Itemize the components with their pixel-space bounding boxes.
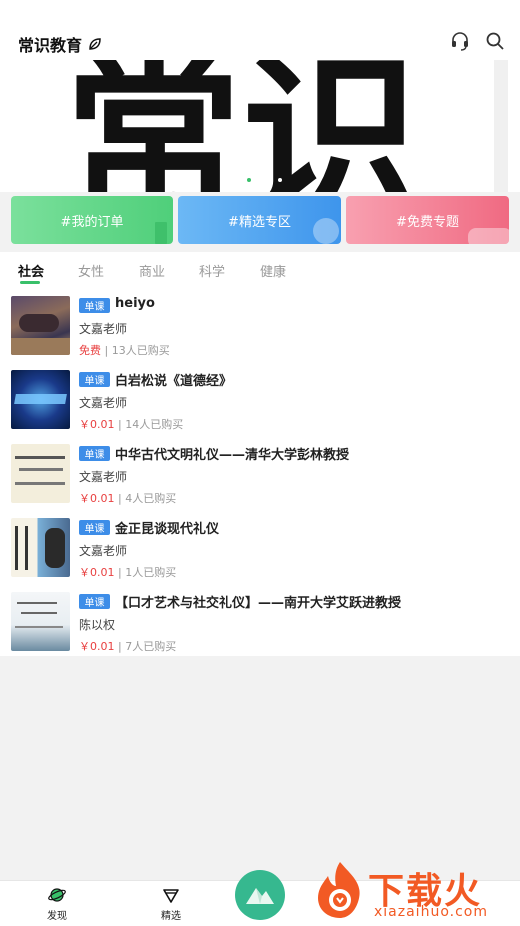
course-teacher: 陈以权 [79, 618, 116, 632]
course-item[interactable]: 单课 【口才艺术与社交礼仪】——南开大学艾跃进教授 陈以权 ￥0.01 | 7人… [0, 586, 520, 660]
course-price: ￥0.01 [79, 566, 115, 579]
quick-link-label: #精选专区 [228, 214, 291, 230]
course-type-tag: 单课 [79, 520, 110, 535]
course-buyers: | 14人已购买 [118, 418, 184, 431]
diamond-icon [163, 889, 179, 903]
course-thumbnail[interactable] [11, 370, 70, 429]
course-item[interactable]: 单课 heiyo 文嘉老师 免费 | 13人已购买 [0, 290, 520, 364]
course-meta: ￥0.01 | 4人已购买 [79, 490, 176, 506]
category-tabs: 社会 女性 商业 科学 健康 [0, 252, 520, 288]
nav-discover[interactable]: 发现 [32, 885, 82, 922]
thumb-text-line [15, 626, 63, 628]
mountain-icon [246, 888, 274, 904]
thumb-text-line [15, 482, 65, 485]
nav-featured[interactable]: 精选 [146, 885, 196, 922]
quick-link-free-topics[interactable]: #免费专题 [346, 196, 509, 244]
course-thumbnail[interactable] [11, 518, 70, 577]
thumb-text-col [15, 526, 18, 570]
course-price: ￥0.01 [79, 492, 115, 505]
course-title[interactable]: 中华古代文明礼仪——清华大学彭林教授 [115, 444, 349, 463]
course-title[interactable]: 白岩松说《道德经》 [115, 370, 232, 389]
course-price: 免费 [79, 344, 101, 357]
thumb-floor [11, 338, 70, 355]
active-tab-indicator [20, 281, 40, 284]
course-meta: ￥0.01 | 1人已购买 [79, 564, 176, 580]
course-list: 单课 heiyo 文嘉老师 免费 | 13人已购买 单课 白岩松说《道德经》 文… [0, 288, 520, 656]
course-item[interactable]: 单课 金正昆谈现代礼仪 文嘉老师 ￥0.01 | 1人已购买 [0, 512, 520, 586]
course-title[interactable]: 金正昆谈现代礼仪 [115, 518, 219, 537]
thumb-figure [19, 314, 59, 332]
course-teacher: 文嘉老师 [79, 396, 128, 410]
course-item[interactable]: 单课 白岩松说《道德经》 文嘉老师 ￥0.01 | 14人已购买 [0, 364, 520, 438]
bookmark-decoration [155, 222, 167, 244]
thumb-text-col [25, 526, 28, 570]
banner-carousel[interactable]: 常识 [0, 60, 520, 192]
course-type-tag: 单课 [79, 594, 110, 609]
course-title[interactable]: heiyo [115, 296, 155, 311]
top-bar: 常识教育 [0, 0, 520, 60]
course-thumbnail[interactable] [11, 296, 70, 355]
course-item[interactable]: 单课 中华古代文明礼仪——清华大学彭林教授 文嘉老师 ￥0.01 | 4人已购买 [0, 438, 520, 512]
tab-science[interactable]: 科学 [199, 261, 225, 280]
quick-link-label: #免费专题 [396, 214, 459, 230]
course-meta: ￥0.01 | 7人已购买 [79, 638, 176, 654]
course-thumbnail[interactable] [11, 444, 70, 503]
carousel-dot-active[interactable] [247, 178, 251, 182]
course-buyers: | 1人已购买 [118, 566, 177, 579]
nav-label: 发现 [47, 911, 67, 922]
course-price: ￥0.01 [79, 640, 115, 653]
carousel-dot[interactable] [278, 178, 282, 182]
course-teacher: 文嘉老师 [79, 470, 128, 484]
quick-link-label: #我的订单 [60, 214, 124, 230]
leaf-icon [89, 38, 101, 50]
app-title: 常识教育 [18, 32, 102, 56]
course-type-tag: 单课 [79, 372, 110, 387]
center-action-button[interactable] [235, 870, 285, 920]
tab-society[interactable]: 社会 [18, 261, 44, 280]
tab-women[interactable]: 女性 [78, 261, 104, 280]
course-teacher: 文嘉老师 [79, 544, 128, 558]
course-meta: ￥0.01 | 14人已购买 [79, 416, 183, 432]
pill-decoration [468, 228, 509, 244]
quick-link-featured[interactable]: #精选专区 [178, 196, 341, 244]
course-buyers: | 7人已购买 [118, 640, 177, 653]
fire-logo [318, 862, 360, 918]
banner-text: 常识 [64, 60, 420, 192]
planet-icon [48, 888, 66, 902]
thumb-logo [14, 394, 67, 404]
thumb-text-line [17, 602, 57, 604]
circle-decoration [313, 218, 339, 244]
course-price: ￥0.01 [79, 418, 115, 431]
tab-business[interactable]: 商业 [139, 261, 165, 280]
tab-health[interactable]: 健康 [260, 261, 286, 280]
course-teacher: 文嘉老师 [79, 322, 128, 336]
course-buyers: | 13人已购买 [104, 344, 170, 357]
watermark: 下载火 xiazaihuo.com [306, 856, 520, 926]
nav-label: 精选 [161, 911, 181, 922]
watermark-url: xiazaihuo.com [374, 904, 488, 920]
course-thumbnail[interactable] [11, 592, 70, 651]
banner-next-preview [494, 60, 508, 192]
thumb-person [45, 528, 65, 568]
course-type-tag: 单课 [79, 298, 110, 313]
thumb-text-line [15, 456, 65, 459]
course-type-tag: 单课 [79, 446, 110, 461]
headset-icon[interactable] [449, 30, 471, 52]
app-title-text: 常识教育 [18, 36, 83, 55]
thumb-text-line [21, 612, 57, 614]
search-icon[interactable] [484, 30, 506, 52]
course-title[interactable]: 【口才艺术与社交礼仪】——南开大学艾跃进教授 [115, 592, 401, 611]
course-meta: 免费 | 13人已购买 [79, 342, 170, 358]
thumb-text-line [19, 468, 63, 471]
banner-image[interactable]: 常识 [64, 60, 492, 192]
quick-link-my-orders[interactable]: #我的订单 [11, 196, 173, 244]
course-buyers: | 4人已购买 [118, 492, 177, 505]
